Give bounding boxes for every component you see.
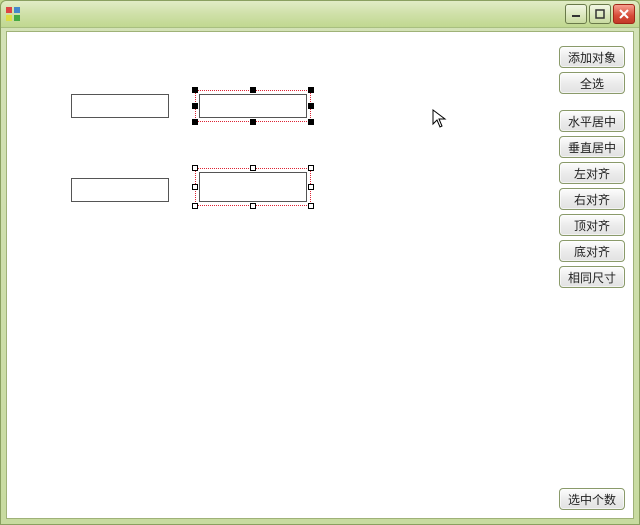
resize-handle[interactable] bbox=[192, 119, 198, 125]
resize-handle[interactable] bbox=[192, 103, 198, 109]
resize-handle[interactable] bbox=[308, 203, 314, 209]
add-object-button[interactable]: 添加对象 bbox=[559, 46, 625, 68]
title-left bbox=[5, 6, 25, 22]
maximize-button[interactable] bbox=[589, 4, 611, 24]
client-area: 添加对象 全选 水平居中 垂直居中 左对齐 右对齐 顶对齐 底对齐 相同尺寸 选… bbox=[6, 31, 634, 519]
resize-handle[interactable] bbox=[308, 184, 314, 190]
resize-handle[interactable] bbox=[192, 165, 198, 171]
resize-handle[interactable] bbox=[250, 165, 256, 171]
count-selected-button[interactable]: 选中个数 bbox=[559, 488, 625, 510]
shape-rect[interactable] bbox=[199, 172, 307, 202]
resize-handle[interactable] bbox=[308, 103, 314, 109]
resize-handle[interactable] bbox=[250, 119, 256, 125]
resize-handle[interactable] bbox=[308, 87, 314, 93]
app-icon bbox=[5, 6, 21, 22]
same-size-button[interactable]: 相同尺寸 bbox=[559, 266, 625, 288]
align-right-button[interactable]: 右对齐 bbox=[559, 188, 625, 210]
resize-handle[interactable] bbox=[308, 165, 314, 171]
resize-handle[interactable] bbox=[192, 184, 198, 190]
resize-handle[interactable] bbox=[250, 87, 256, 93]
window-controls bbox=[565, 4, 635, 24]
resize-handle[interactable] bbox=[192, 87, 198, 93]
shape-rect[interactable] bbox=[199, 94, 307, 118]
resize-handle[interactable] bbox=[308, 119, 314, 125]
shape-rect[interactable] bbox=[71, 178, 169, 202]
align-top-button[interactable]: 顶对齐 bbox=[559, 214, 625, 236]
align-bottom-button[interactable]: 底对齐 bbox=[559, 240, 625, 262]
select-all-button[interactable]: 全选 bbox=[559, 72, 625, 94]
close-button[interactable] bbox=[613, 4, 635, 24]
hcenter-button[interactable]: 水平居中 bbox=[559, 110, 625, 132]
shape-rect[interactable] bbox=[71, 94, 169, 118]
vcenter-button[interactable]: 垂直居中 bbox=[559, 136, 625, 158]
resize-handle[interactable] bbox=[192, 203, 198, 209]
titlebar[interactable] bbox=[1, 1, 639, 28]
app-window: 添加对象 全选 水平居中 垂直居中 左对齐 右对齐 顶对齐 底对齐 相同尺寸 选… bbox=[0, 0, 640, 525]
design-canvas[interactable] bbox=[7, 32, 633, 518]
minimize-button[interactable] bbox=[565, 4, 587, 24]
align-left-button[interactable]: 左对齐 bbox=[559, 162, 625, 184]
resize-handle[interactable] bbox=[250, 203, 256, 209]
